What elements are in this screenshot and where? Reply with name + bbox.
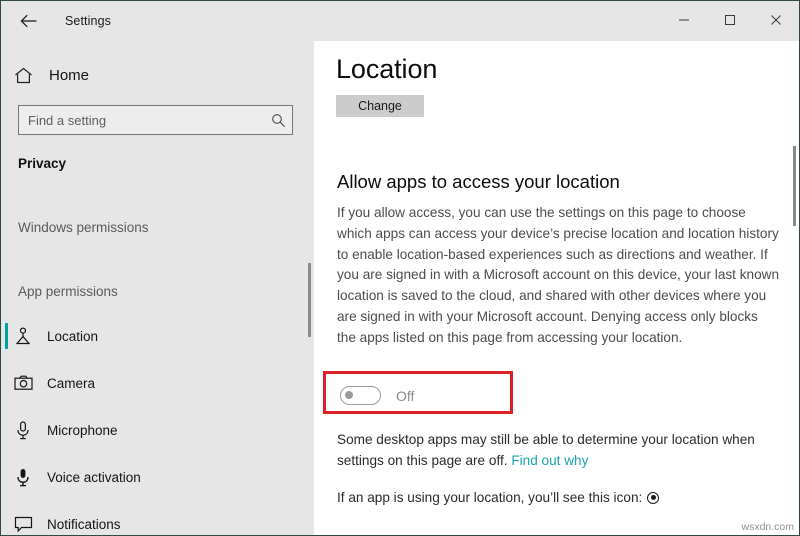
- page-title: Location: [336, 54, 438, 84]
- change-button[interactable]: Change: [336, 95, 424, 117]
- sidebar-group-app-permissions[interactable]: App permissions: [18, 284, 118, 299]
- voice-activation-icon: [1, 468, 45, 487]
- window-title: Settings: [65, 14, 111, 28]
- search-box[interactable]: [18, 105, 293, 135]
- close-button[interactable]: [753, 1, 799, 39]
- location-toggle-row[interactable]: Off: [340, 386, 414, 405]
- main-content: Location Change Allow apps to access you…: [314, 41, 799, 535]
- location-icon-note: If an app is using your location, you’ll…: [337, 490, 660, 505]
- sidebar-item-location[interactable]: Location: [1, 319, 301, 353]
- location-active-indicator-icon: [647, 491, 660, 504]
- sidebar-item-home[interactable]: Home: [1, 58, 314, 92]
- notification-icon: [1, 516, 45, 533]
- location-toggle-switch[interactable]: [340, 386, 381, 405]
- location-icon-note-text: If an app is using your location, you’ll…: [337, 490, 643, 505]
- microphone-icon: [1, 420, 45, 440]
- camera-icon: [1, 375, 45, 391]
- home-icon: [1, 67, 45, 84]
- sidebar-item-microphone[interactable]: Microphone: [1, 413, 301, 447]
- find-out-why-link[interactable]: Find out why: [511, 453, 588, 468]
- window-controls: [661, 1, 799, 41]
- desktop-apps-note: Some desktop apps may still be able to d…: [337, 429, 787, 471]
- sidebar-item-camera-label: Camera: [47, 375, 96, 391]
- toggle-knob: [345, 391, 353, 399]
- watermark: wsxdn.com: [741, 521, 794, 533]
- sidebar-group-windows-permissions[interactable]: Windows permissions: [18, 220, 149, 235]
- sidebar-item-location-label: Location: [47, 328, 99, 344]
- settings-window: Settings Home Find a setting Privacy Win…: [0, 0, 800, 536]
- toggle-state-label: Off: [396, 387, 415, 404]
- sidebar-item-voice-activation[interactable]: Voice activation: [1, 460, 301, 494]
- sidebar-item-notifications[interactable]: Notifications: [1, 507, 301, 535]
- minimize-button[interactable]: [661, 1, 707, 39]
- search-input[interactable]: [19, 112, 264, 128]
- content-scrollbar[interactable]: [793, 146, 796, 226]
- sidebar-scrollbar[interactable]: [308, 263, 311, 337]
- section-title: Allow apps to access your location: [337, 171, 620, 192]
- sidebar-home-label: Home: [49, 66, 90, 84]
- sidebar-item-voice-activation-label: Voice activation: [47, 469, 141, 485]
- sidebar: Home Privacy Windows permissions App per…: [1, 41, 314, 535]
- section-description: If you allow access, you can use the set…: [337, 205, 780, 345]
- back-button[interactable]: [7, 4, 51, 38]
- sidebar-item-notifications-label: Notifications: [47, 516, 121, 532]
- search-icon: [264, 113, 292, 128]
- title-bar: Settings: [1, 1, 799, 41]
- sidebar-category-header: Privacy: [18, 156, 67, 171]
- sidebar-item-camera[interactable]: Camera: [1, 366, 301, 400]
- maximize-button[interactable]: [707, 1, 753, 39]
- selected-accent-bar: [5, 323, 8, 349]
- sidebar-item-microphone-label: Microphone: [47, 422, 118, 438]
